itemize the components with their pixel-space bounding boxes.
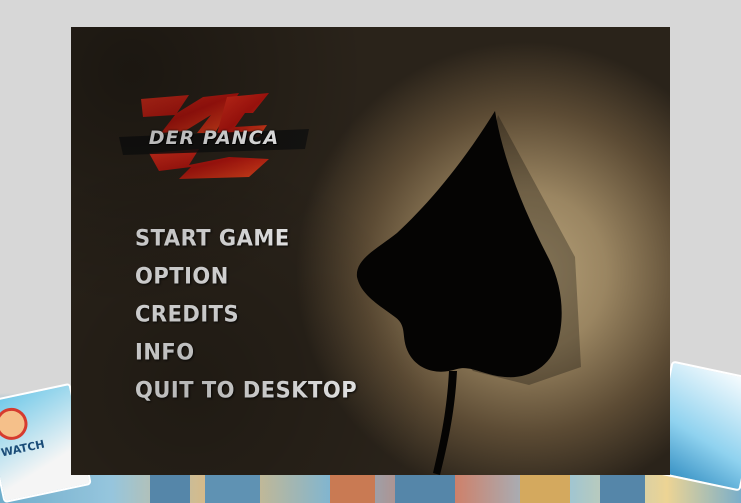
- background-card-text: WATCH: [0, 437, 46, 460]
- logo-text: DER PANCA: [148, 127, 280, 149]
- menu-credits-button[interactable]: CREDITS: [135, 294, 357, 334]
- main-menu: START GAME OPTION CREDITS INFO QUIT TO D…: [135, 219, 357, 409]
- menu-option-button[interactable]: OPTION: [135, 256, 357, 296]
- menu-start-game-button[interactable]: START GAME: [135, 218, 357, 258]
- game-main-menu-screen: DER PANCA START GAME OPTION CREDITS INFO…: [71, 27, 670, 475]
- menu-quit-to-desktop-button[interactable]: QUIT TO DESKTOP: [135, 370, 357, 410]
- gunungan-silhouette-icon: [356, 111, 581, 475]
- menu-info-button[interactable]: INFO: [135, 332, 357, 372]
- cartoon-face-icon: [0, 404, 31, 443]
- game-logo: DER PANCA: [119, 93, 309, 179]
